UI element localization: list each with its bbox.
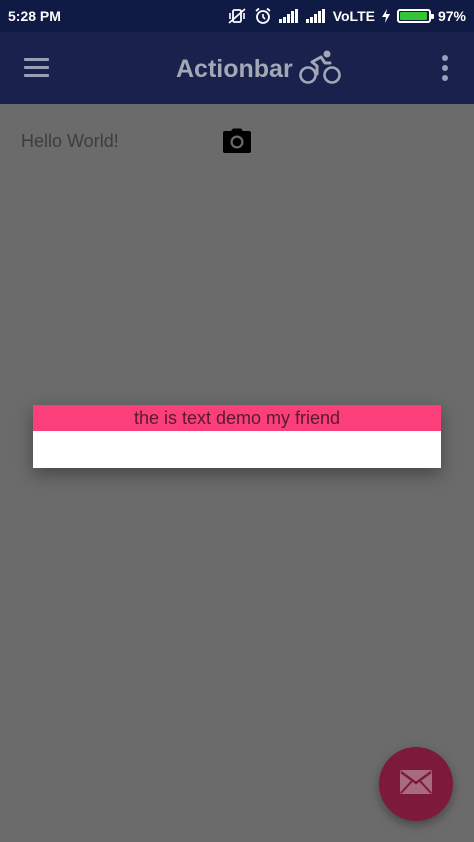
menu-icon[interactable] <box>24 56 50 78</box>
battery-icon <box>396 9 434 23</box>
signal-icon <box>305 9 326 23</box>
mail-fab-button[interactable] <box>379 747 453 821</box>
battery-percent: 97% <box>437 8 466 24</box>
action-bar: Actionbar <box>0 32 474 104</box>
status-indicators: VoLTE 97% <box>227 7 466 25</box>
battery-level-fill <box>399 12 428 20</box>
dialog-text: the is text demo my friend <box>33 405 441 431</box>
content-area: Hello World! <box>0 104 474 842</box>
status-bar: 5:28 PM VoLTE 97% <box>0 0 474 32</box>
mute-vibrate-icon <box>227 7 247 25</box>
camera-icon[interactable] <box>222 128 252 154</box>
status-time: 5:28 PM <box>8 8 61 24</box>
alarm-icon <box>254 7 272 25</box>
action-bar-title: Actionbar <box>176 55 293 83</box>
action-bar-title-group: Actionbar <box>176 49 341 90</box>
bicycle-icon <box>298 49 341 90</box>
signal-icon <box>278 9 299 23</box>
mail-icon <box>400 769 432 799</box>
popup-dialog: the is text demo my friend <box>33 405 441 468</box>
overflow-menu-icon[interactable] <box>437 54 453 82</box>
charging-icon <box>381 9 390 23</box>
network-type: VoLTE <box>332 8 375 24</box>
hello-text: Hello World! <box>21 131 119 151</box>
